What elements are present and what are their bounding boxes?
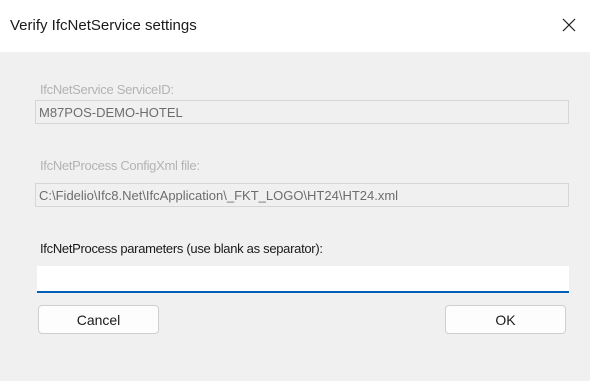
parameters-input[interactable] <box>37 266 569 293</box>
cancel-button[interactable]: Cancel <box>38 305 159 334</box>
title-bar: Verify IfcNetService settings <box>0 0 590 52</box>
verify-settings-dialog: Verify IfcNetService settings IfcNetServ… <box>0 0 590 381</box>
parameters-label: IfcNetProcess parameters (use blank as s… <box>40 241 323 256</box>
dialog-title: Verify IfcNetService settings <box>10 17 197 34</box>
service-id-label: IfcNetService ServiceID: <box>40 82 174 97</box>
close-button[interactable] <box>552 8 586 42</box>
service-id-field: M87POS-DEMO-HOTEL <box>35 100 569 124</box>
ok-button[interactable]: OK <box>445 305 566 334</box>
close-icon <box>562 18 576 32</box>
config-file-field: C:\Fidelio\Ifc8.Net\IfcApplication\_FKT_… <box>35 183 569 207</box>
config-file-label: IfcNetProcess ConfigXml file: <box>40 158 200 173</box>
